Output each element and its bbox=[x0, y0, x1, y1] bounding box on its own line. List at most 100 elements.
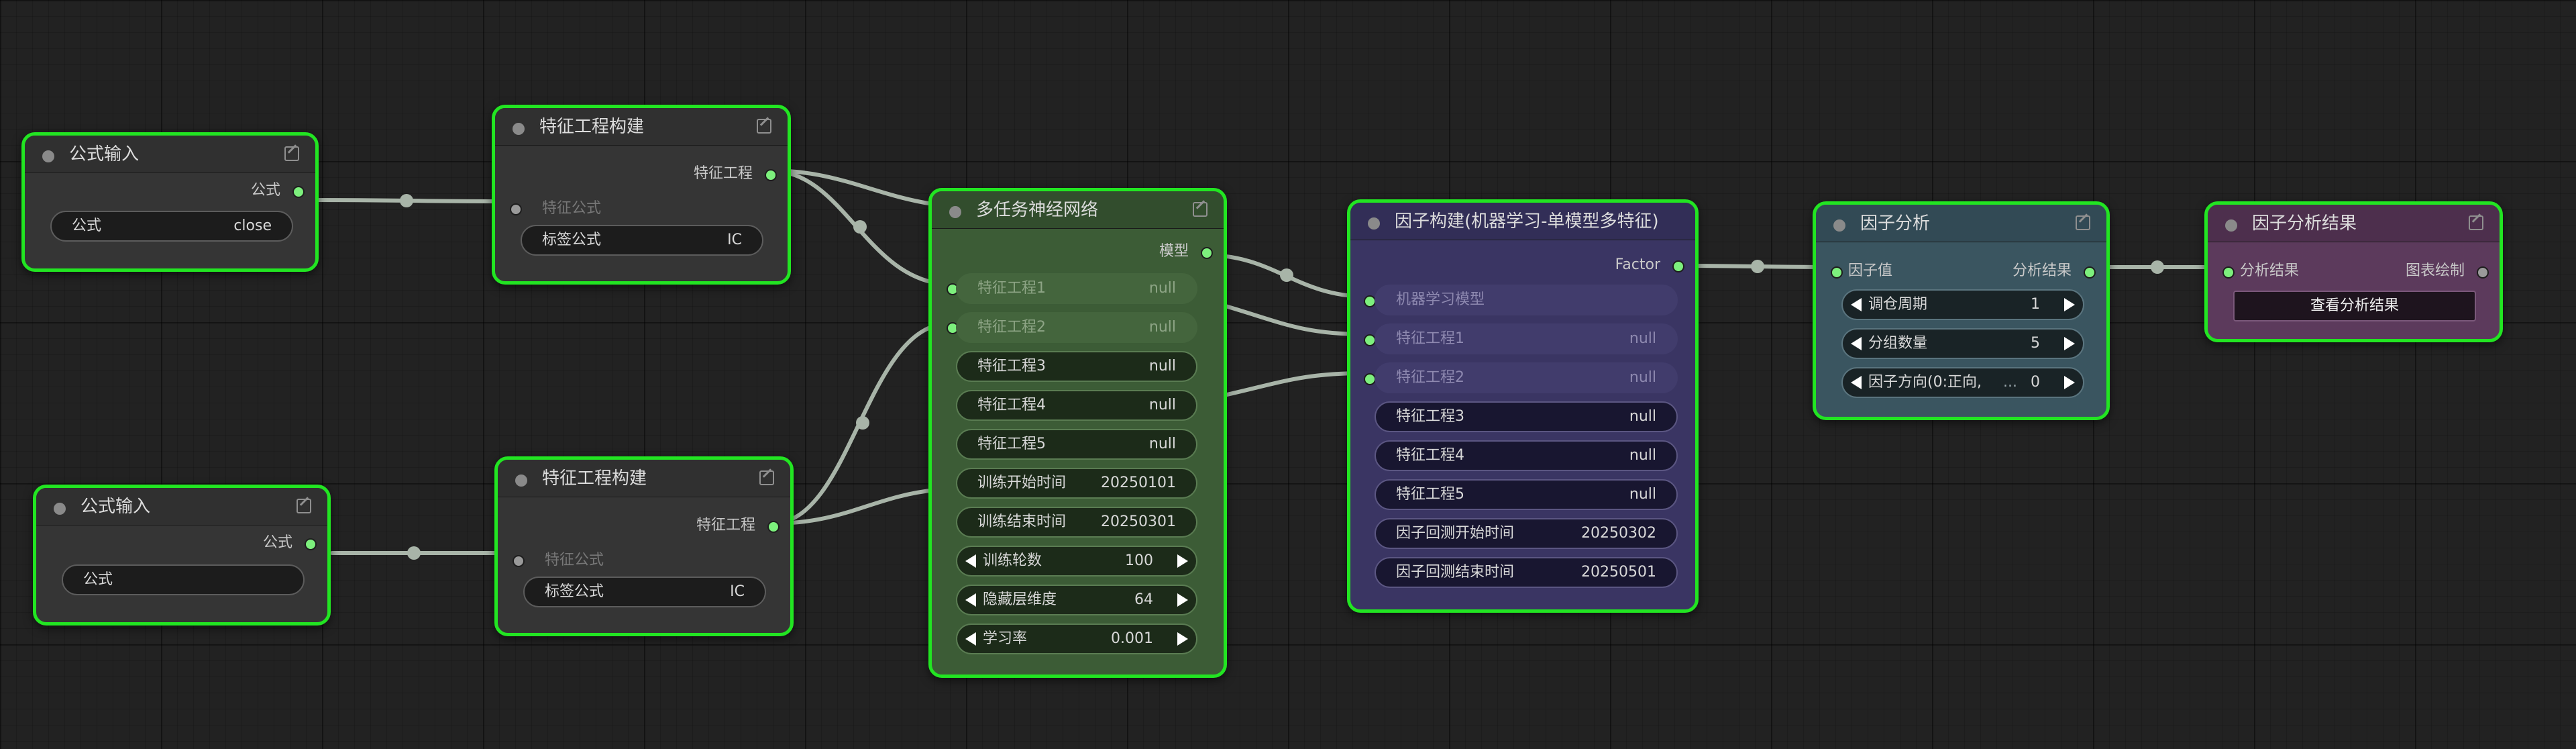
train-start-widget[interactable]: 训练开始时间 20250101 bbox=[956, 468, 1197, 499]
output-slot-dot[interactable] bbox=[767, 521, 780, 533]
node-title: 多任务神经网络 bbox=[976, 200, 1099, 220]
edit-icon[interactable] bbox=[759, 470, 774, 485]
collapse-dot-icon[interactable] bbox=[513, 123, 525, 135]
feature4-widget[interactable]: 特征工程4 null bbox=[956, 390, 1197, 421]
decrement-arrow-icon[interactable] bbox=[1851, 376, 1862, 389]
edit-icon[interactable] bbox=[297, 499, 311, 513]
edit-icon[interactable] bbox=[1193, 202, 1208, 217]
widget-value: close bbox=[233, 217, 272, 234]
factor-direction-stepper[interactable]: 因子方向(0:正向, ... 0 bbox=[1841, 367, 2084, 398]
node-header[interactable]: 公式输入 bbox=[25, 136, 315, 173]
feature1-widget[interactable]: 特征工程1 null bbox=[956, 273, 1197, 304]
rebalance-period-stepper[interactable]: 调仓周期 1 bbox=[1841, 289, 2084, 320]
label-formula-widget[interactable]: 标签公式 IC bbox=[521, 225, 763, 256]
collapse-dot-icon[interactable] bbox=[515, 475, 527, 487]
increment-arrow-icon[interactable] bbox=[2064, 298, 2075, 311]
link-nn-factor-feat2 bbox=[1219, 371, 1367, 398]
node-factor-analysis[interactable]: 因子分析 因子值 分析结果 调仓周期 1 分组数量 5 因子方向(0:正向, .… bbox=[1813, 201, 2110, 420]
output-slot-dot[interactable] bbox=[2477, 266, 2489, 279]
formula-text-widget[interactable]: 公式 bbox=[62, 564, 305, 595]
label-formula-widget[interactable]: 标签公式 IC bbox=[523, 577, 766, 607]
node-formula-input-1[interactable]: 公式输入 公式 公式 close bbox=[21, 132, 319, 272]
output-label: 特征工程 bbox=[693, 165, 753, 182]
edit-icon[interactable] bbox=[284, 146, 299, 161]
decrement-arrow-icon[interactable] bbox=[1851, 337, 1862, 350]
output-label: 模型 bbox=[1159, 243, 1189, 260]
node-factor-build[interactable]: 因子构建(机器学习-单模型多特征) Factor 机器学习模型 特征工程1 nu… bbox=[1347, 199, 1699, 613]
output-label: 公式 bbox=[262, 534, 292, 551]
epochs-stepper[interactable]: 训练轮数 100 bbox=[956, 546, 1197, 577]
feature4-widget[interactable]: 特征工程4 null bbox=[1375, 440, 1678, 471]
edit-icon[interactable] bbox=[757, 119, 771, 134]
increment-arrow-icon[interactable] bbox=[2064, 337, 2075, 350]
learning-rate-stepper[interactable]: 学习率 0.001 bbox=[956, 623, 1197, 654]
edit-icon[interactable] bbox=[2469, 215, 2483, 230]
output-slot-dot[interactable] bbox=[292, 186, 305, 198]
widget-label: 因子回测开始时间 bbox=[1396, 525, 1515, 542]
ml-model-widget[interactable]: 机器学习模型 bbox=[1375, 285, 1678, 315]
collapse-dot-icon[interactable] bbox=[54, 503, 66, 515]
node-title: 公式输入 bbox=[69, 144, 140, 164]
widget-value: 20250101 bbox=[1101, 475, 1176, 491]
node-formula-input-2[interactable]: 公式输入 公式 公式 bbox=[33, 485, 331, 626]
increment-arrow-icon[interactable] bbox=[2064, 376, 2075, 389]
widget-value: 0.001 bbox=[1111, 630, 1153, 647]
node-header[interactable]: 因子分析结果 bbox=[2208, 205, 2500, 242]
feature3-widget[interactable]: 特征工程3 null bbox=[956, 351, 1197, 382]
feature2-widget[interactable]: 特征工程2 null bbox=[1375, 362, 1678, 393]
node-multitask-nn[interactable]: 多任务神经网络 模型 特征工程1 null 特征工程2 null 特征工程3 n… bbox=[928, 188, 1227, 678]
node-title: 因子分析结果 bbox=[2252, 213, 2357, 234]
input-label: 分析结果 bbox=[2240, 262, 2300, 279]
collapse-dot-icon[interactable] bbox=[1368, 217, 1380, 230]
node-header[interactable]: 公式输入 bbox=[36, 488, 327, 526]
output-slot-dot[interactable] bbox=[1201, 247, 1213, 259]
widget-ellipsis: ... bbox=[2003, 374, 2017, 391]
formula-text-widget[interactable]: 公式 close bbox=[50, 211, 293, 242]
widget-label: 特征工程2 bbox=[977, 319, 1046, 336]
decrement-arrow-icon[interactable] bbox=[1851, 298, 1862, 311]
train-end-widget[interactable]: 训练结束时间 20250301 bbox=[956, 507, 1197, 538]
decrement-arrow-icon[interactable] bbox=[965, 593, 976, 607]
input-slot-dot[interactable] bbox=[2222, 266, 2235, 279]
output-slot-dot[interactable] bbox=[305, 538, 317, 550]
feature1-widget[interactable]: 特征工程1 null bbox=[1375, 323, 1678, 354]
input-slot-dot[interactable] bbox=[513, 555, 525, 567]
widget-value: null bbox=[1629, 330, 1656, 347]
node-header[interactable]: 特征工程构建 bbox=[498, 460, 790, 497]
input-slot-dot[interactable] bbox=[1831, 266, 1843, 279]
edit-icon[interactable] bbox=[2076, 215, 2090, 230]
widget-label: 机器学习模型 bbox=[1396, 291, 1485, 308]
backtest-start-widget[interactable]: 因子回测开始时间 20250302 bbox=[1375, 518, 1678, 549]
increment-arrow-icon[interactable] bbox=[1177, 632, 1188, 646]
hidden-dim-stepper[interactable]: 隐藏层维度 64 bbox=[956, 585, 1197, 615]
collapse-dot-icon[interactable] bbox=[2225, 219, 2237, 232]
collapse-dot-icon[interactable] bbox=[42, 150, 54, 162]
node-factor-result[interactable]: 因子分析结果 分析结果 图表绘制 查看分析结果 bbox=[2204, 201, 2503, 342]
node-feature-build-2[interactable]: 特征工程构建 特征工程 特征公式 标签公式 IC bbox=[494, 456, 794, 636]
feature5-widget[interactable]: 特征工程5 null bbox=[1375, 479, 1678, 510]
node-header[interactable]: 多任务神经网络 bbox=[932, 191, 1224, 229]
feature3-widget[interactable]: 特征工程3 null bbox=[1375, 401, 1678, 432]
node-header[interactable]: 因子构建(机器学习-单模型多特征) bbox=[1350, 203, 1695, 240]
group-count-stepper[interactable]: 分组数量 5 bbox=[1841, 328, 2084, 359]
output-slot-dot[interactable] bbox=[1672, 260, 1684, 272]
node-header[interactable]: 特征工程构建 bbox=[495, 108, 788, 146]
link-layer bbox=[298, 168, 2227, 560]
node-feature-build-1[interactable]: 特征工程构建 特征工程 特征公式 标签公式 IC bbox=[492, 105, 791, 285]
decrement-arrow-icon[interactable] bbox=[965, 632, 976, 646]
increment-arrow-icon[interactable] bbox=[1177, 554, 1188, 568]
collapse-dot-icon[interactable] bbox=[949, 206, 961, 218]
output-slot-dot[interactable] bbox=[2084, 266, 2096, 279]
view-analysis-result-button[interactable]: 查看分析结果 bbox=[2233, 291, 2476, 321]
output-slot-dot[interactable] bbox=[765, 169, 777, 181]
feature2-widget[interactable]: 特征工程2 null bbox=[956, 312, 1197, 343]
node-header[interactable]: 因子分析 bbox=[1816, 205, 2106, 242]
increment-arrow-icon[interactable] bbox=[1177, 593, 1188, 607]
feature5-widget[interactable]: 特征工程5 null bbox=[956, 429, 1197, 460]
widget-value: null bbox=[1148, 397, 1176, 413]
node-title: 特征工程构建 bbox=[542, 468, 647, 489]
backtest-end-widget[interactable]: 因子回测结束时间 20250501 bbox=[1375, 557, 1678, 588]
input-slot-dot[interactable] bbox=[510, 203, 522, 215]
decrement-arrow-icon[interactable] bbox=[965, 554, 976, 568]
collapse-dot-icon[interactable] bbox=[1833, 219, 1845, 232]
